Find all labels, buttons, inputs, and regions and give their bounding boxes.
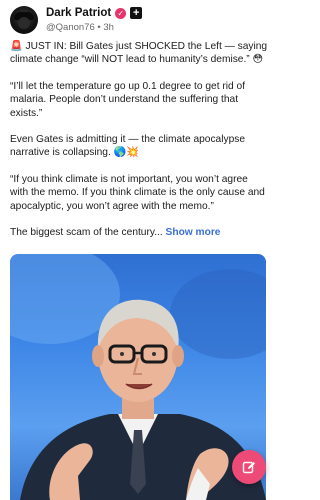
verified-badge-icon: ✓ <box>115 7 127 19</box>
teaser-text: The biggest scam of the century... <box>10 227 163 239</box>
author-name[interactable]: Dark Patriot <box>46 7 111 19</box>
post-paragraph: “I’ll let the temperature go up 0.1 degr… <box>10 80 246 119</box>
post-photo-illustration <box>10 254 266 500</box>
post-body: 🚨 JUST IN: Bill Gates just SHOCKED the L… <box>10 40 268 252</box>
author-handle[interactable]: @Qanon76 <box>46 22 95 33</box>
author-name-row: Dark Patriot ✓ + <box>46 7 143 19</box>
post-paragraph: 🚨 JUST IN: Bill Gates just SHOCKED the L… <box>10 41 268 66</box>
avatar-face-shape <box>18 17 30 29</box>
post-header: Dark Patriot ✓ + @Qanon76 • 3h <box>10 6 266 36</box>
show-more-link[interactable]: Show more <box>166 227 221 238</box>
post-photo[interactable] <box>10 254 266 500</box>
author-meta: @Qanon76 • 3h <box>46 22 114 33</box>
post-time: 3h <box>103 22 114 33</box>
meta-separator: • <box>97 22 101 33</box>
post-paragraph: “If you think climate is not important, … <box>10 173 265 212</box>
follow-plus-icon[interactable]: + <box>130 7 143 19</box>
avatar[interactable] <box>10 6 38 34</box>
post-paragraph: Even Gates is admitting it — the climate… <box>10 134 245 159</box>
post-teaser: The biggest scam of the century... Show … <box>10 226 268 239</box>
compose-pencil-icon <box>242 461 255 474</box>
compose-button[interactable] <box>232 450 266 484</box>
